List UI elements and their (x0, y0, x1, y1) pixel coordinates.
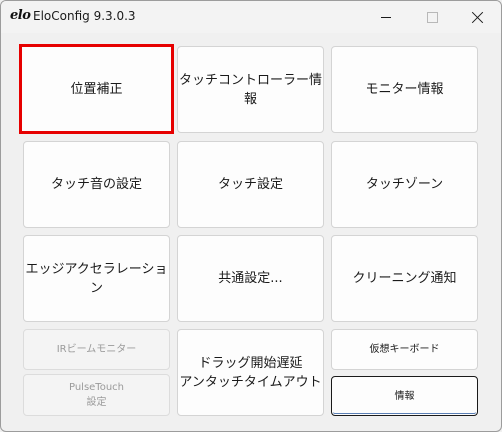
drag-delay-untouch-timeout-label: ドラッグ開始遅延 アンタッチタイムアウト (179, 355, 322, 390)
window-title: EloConfig 9.3.0.3 (33, 9, 136, 23)
edge-acceleration-button[interactable]: エッジアクセラレーション (23, 235, 170, 322)
cleaning-notification-label: クリーニング通知 (352, 271, 457, 286)
title-bar[interactable]: elo EloConfig 9.3.0.3 (1, 1, 501, 33)
minimize-icon (381, 16, 391, 18)
touch-settings-button[interactable]: タッチ設定 (177, 141, 324, 228)
information-button[interactable]: 情報 (331, 376, 478, 416)
maximize-icon (426, 11, 438, 23)
eloconfig-window: elo EloConfig 9.3.0.3 位置補正 タッチコントローラー情報 … (0, 0, 502, 432)
drag-delay-untouch-timeout-button[interactable]: ドラッグ開始遅延 アンタッチタイムアウト (177, 329, 324, 416)
virtual-keyboard-button[interactable]: 仮想キーボード (331, 329, 478, 370)
position-correction-button[interactable]: 位置補正 (19, 44, 174, 134)
maximize-button (409, 1, 455, 33)
touch-controller-info-label: タッチコントローラー情報 (178, 72, 322, 107)
touch-zone-button[interactable]: タッチゾーン (331, 141, 478, 228)
virtual-keyboard-label: 仮想キーボード (369, 344, 440, 355)
close-icon (472, 11, 484, 23)
monitor-info-label: モニター情報 (365, 82, 444, 97)
monitor-info-button[interactable]: モニター情報 (331, 46, 478, 133)
minimize-button[interactable] (363, 1, 409, 33)
touch-sound-settings-button[interactable]: タッチ音の設定 (23, 141, 170, 228)
close-button[interactable] (455, 1, 501, 33)
pulsetouch-settings-label: PulseTouch 設定 (68, 382, 125, 408)
elo-logo-icon: elo (10, 8, 31, 23)
touch-controller-info-button[interactable]: タッチコントローラー情報 (177, 46, 324, 133)
ir-beam-monitor-button: IRビームモニター (23, 329, 170, 370)
information-label: 情報 (394, 390, 415, 402)
position-correction-label: 位置補正 (70, 81, 123, 97)
edge-acceleration-label: エッジアクセラレーション (25, 261, 168, 296)
touch-sound-settings-label: タッチ音の設定 (50, 177, 142, 192)
common-settings-button[interactable]: 共通設定... (177, 235, 324, 322)
touch-settings-label: タッチ設定 (217, 177, 283, 192)
ir-beam-monitor-label: IRビームモニター (56, 344, 137, 355)
touch-zone-label: タッチゾーン (365, 177, 444, 192)
pulsetouch-settings-button: PulseTouch 設定 (23, 374, 170, 416)
common-settings-label: 共通設定... (218, 271, 283, 286)
cleaning-notification-button[interactable]: クリーニング通知 (331, 235, 478, 322)
